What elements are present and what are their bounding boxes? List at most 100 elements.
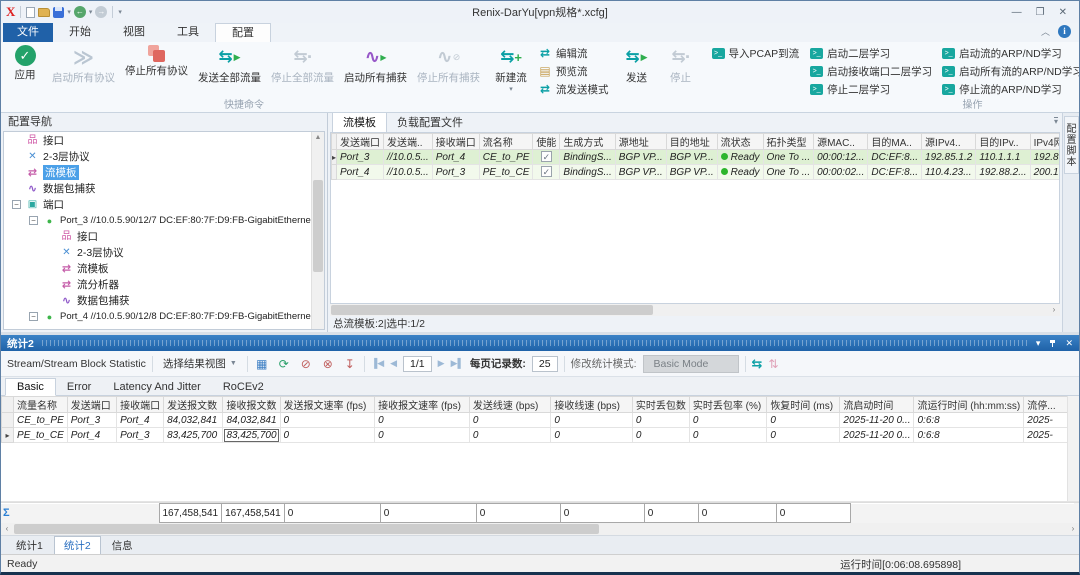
table-cell[interactable]: //10.0.5... <box>384 150 433 165</box>
table-cell[interactable]: Port_3 <box>117 428 164 443</box>
table-cell[interactable]: 00:00:02... <box>814 165 868 180</box>
checkbox-icon[interactable]: ✓ <box>541 166 552 177</box>
apply-button[interactable]: 应用 <box>3 43 47 84</box>
table-cell[interactable]: BGP VP... <box>615 165 666 180</box>
tree-vertical-scrollbar[interactable]: ▲ <box>311 132 324 329</box>
tree-item[interactable]: 品接口 <box>4 132 324 148</box>
table-cell[interactable]: ✓ <box>533 150 560 165</box>
column-header[interactable]: 接收报文数 <box>223 397 280 413</box>
table-cell[interactable]: 2025-11-20 0... <box>840 413 914 428</box>
tree-item[interactable]: ⇄流模板 <box>4 164 324 180</box>
panel-close-icon[interactable]: ✕ <box>1065 338 1073 349</box>
scroll-right-icon[interactable]: › <box>1048 304 1060 316</box>
column-header[interactable]: 发送端.. <box>384 134 433 150</box>
column-header[interactable]: 发送端口 <box>337 134 384 150</box>
table-cell[interactable]: PE_to_CE <box>479 165 533 180</box>
operation-button[interactable]: >_启动所有流的ARP/ND学习 <box>937 62 1079 80</box>
collapse-panel-icon[interactable]: ▾ <box>1054 117 1058 126</box>
table-cell[interactable]: CE_to_PE <box>14 413 68 428</box>
table-cell[interactable]: 0 <box>632 428 689 443</box>
stop-protocols-button[interactable]: 停止所有协议 <box>120 43 193 80</box>
table-cell[interactable]: Ready <box>717 150 763 165</box>
table-cell[interactable]: BGP VP... <box>666 150 717 165</box>
scroll-up-icon[interactable]: ▲ <box>312 132 324 144</box>
table-cell[interactable]: 110.4.23... <box>922 165 976 180</box>
column-header[interactable]: 源MAC.. <box>814 134 868 150</box>
ribbon-tab-1[interactable]: 开始 <box>53 23 107 42</box>
table-cell[interactable]: Port_4 <box>432 150 479 165</box>
scrollbar-thumb[interactable] <box>313 180 323 272</box>
table-cell[interactable]: 2025-11-20 0... <box>840 428 914 443</box>
column-header[interactable]: 目的IPv.. <box>976 134 1030 150</box>
ribbon-tab-3[interactable]: 工具 <box>161 23 215 42</box>
table-cell[interactable]: Port_4 <box>337 165 384 180</box>
table-cell[interactable]: 0 <box>469 413 551 428</box>
select-result-view-button[interactable]: 选择结果视图 ▼ <box>159 354 241 373</box>
help-info-icon[interactable]: i <box>1058 25 1071 38</box>
table-cell[interactable]: DC:EF:8... <box>868 165 922 180</box>
column-header[interactable]: 目的地址 <box>666 134 717 150</box>
table-cell[interactable]: BGP VP... <box>615 150 666 165</box>
quick-access-more-icon[interactable]: ▾ <box>118 8 122 16</box>
table-cell[interactable]: 0 <box>375 428 470 443</box>
table-cell[interactable]: 192.85.1.1 <box>1030 150 1060 165</box>
tree-item[interactable]: −●Port_3 //10.0.5.90/12/7 DC:EF:80:7F:D9… <box>4 212 324 228</box>
table-cell[interactable]: 0 <box>375 413 470 428</box>
table-cell[interactable]: 84,032,841 <box>223 413 280 428</box>
table-cell[interactable]: 0 <box>469 428 551 443</box>
stats-tab-basic[interactable]: Basic <box>5 378 56 396</box>
new-stream-dropdown-icon[interactable]: ▾ <box>509 85 513 93</box>
column-header[interactable]: 实时丢包率 (%) <box>689 397 766 413</box>
table-cell[interactable]: DC:EF:8... <box>868 150 922 165</box>
new-stream-button[interactable]: 新建流 ▾ <box>489 43 533 95</box>
table-row[interactable]: Port_4//10.0.5...Port_3PE_to_CE✓BindingS… <box>332 165 1061 180</box>
back-icon[interactable]: ← <box>74 6 86 18</box>
operation-button[interactable]: >_启动流的ARP/ND学习 <box>937 44 1079 62</box>
column-header[interactable]: 源IPv4.. <box>922 134 976 150</box>
tree-item[interactable]: ∿数据包捕获 <box>4 180 324 196</box>
bottom-tab-0[interactable]: 统计1 <box>7 537 52 554</box>
scrollbar-thumb[interactable] <box>14 524 599 534</box>
stream-small-button-0[interactable]: ⇄编辑流 <box>533 44 614 62</box>
stats-horizontal-scrollbar[interactable]: ‹ › <box>1 523 1079 535</box>
column-header[interactable]: IPv4网关 <box>1030 134 1060 150</box>
clear-statistics-icon[interactable]: ⊘ <box>298 357 314 371</box>
table-cell[interactable]: 0:6:8 <box>914 428 1024 443</box>
table-cell[interactable]: PE_to_CE <box>14 428 68 443</box>
start-capture-button[interactable]: 启动所有捕获 <box>339 43 412 87</box>
column-header[interactable]: 使能 <box>533 134 560 150</box>
column-header[interactable]: 恢复时间 (ms) <box>767 397 840 413</box>
table-cell[interactable]: 0 <box>551 428 633 443</box>
column-header[interactable]: 接收线速 (bps) <box>551 397 633 413</box>
restore-button[interactable]: ❐ <box>1036 7 1045 18</box>
stream-horizontal-scrollbar[interactable]: › <box>330 304 1060 316</box>
checkbox-icon[interactable]: ✓ <box>541 151 552 162</box>
ribbon-collapse-icon[interactable]: ︿ <box>1041 25 1050 38</box>
table-cell[interactable]: Port_3 <box>337 150 384 165</box>
table-row[interactable]: CE_to_PEPort_3Port_484,032,84184,032,841… <box>2 413 1079 428</box>
per-page-input[interactable]: 25 <box>532 356 558 372</box>
table-cell[interactable]: 192.85.1.2 <box>922 150 976 165</box>
table-cell[interactable]: 192.88.2... <box>976 165 1030 180</box>
table-cell[interactable]: Port_4 <box>117 413 164 428</box>
table-cell[interactable]: 200.1.1.1 <box>1030 165 1060 180</box>
expander-icon[interactable]: − <box>12 200 21 209</box>
table-cell[interactable]: 0 <box>280 428 375 443</box>
clear-all-statistics-icon[interactable]: ⊗ <box>320 357 336 371</box>
tree-item[interactable]: ✕2-3层协议 <box>4 244 324 260</box>
tree-item[interactable]: −▣端口 <box>4 196 324 212</box>
tree-item[interactable]: 品接口 <box>4 228 324 244</box>
table-cell[interactable]: BGP VP... <box>666 165 717 180</box>
tab-load-profile[interactable]: 负载配置文件 <box>387 113 473 132</box>
stream-stats-icon[interactable]: ⇆ <box>752 356 763 372</box>
table-cell[interactable]: ✓ <box>533 165 560 180</box>
column-header[interactable]: 拓扑类型 <box>763 134 814 150</box>
table-cell[interactable]: 0 <box>689 413 766 428</box>
table-cell[interactable]: BindingS... <box>560 150 615 165</box>
column-header[interactable]: 流量名称 <box>14 397 68 413</box>
import-pcap-button[interactable]: >_ 导入PCAP到流 <box>707 44 805 62</box>
table-cell[interactable]: Port_3 <box>432 165 479 180</box>
column-header[interactable]: 发送报文数 <box>164 397 223 413</box>
table-cell[interactable]: 00:00:12... <box>814 150 868 165</box>
operation-button[interactable]: >_启动接收端口二层学习 <box>805 62 937 80</box>
